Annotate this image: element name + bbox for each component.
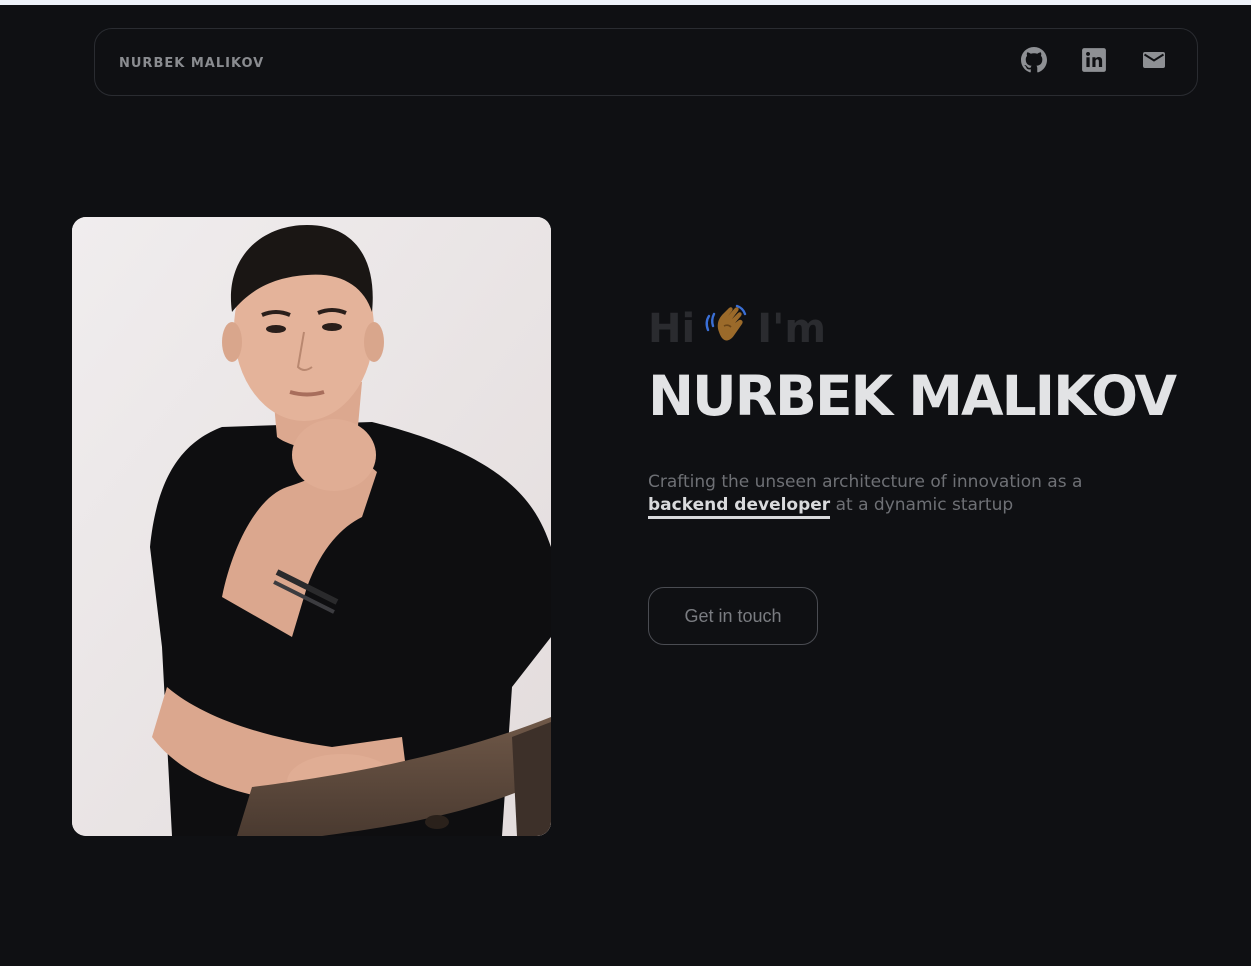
- linkedin-icon[interactable]: [1081, 47, 1107, 73]
- hero-tagline: Crafting the unseen architecture of inno…: [648, 471, 1108, 519]
- github-icon[interactable]: [1021, 47, 1047, 73]
- greeting-im: I'm: [757, 306, 826, 352]
- mail-icon[interactable]: [1141, 47, 1167, 73]
- get-in-touch-button[interactable]: Get in touch: [648, 587, 818, 645]
- portrait-photo: [72, 217, 551, 836]
- tagline-role-highlight: backend developer: [648, 495, 831, 519]
- hero-name: NURBEK MALIKOV: [648, 364, 1177, 428]
- tagline-text-after: at a dynamic startup: [835, 495, 1014, 515]
- browser-top-strip: [0, 0, 1251, 5]
- navbar: NURBEK MALIKOV: [94, 28, 1198, 96]
- tagline-text-before: Crafting the unseen architecture of inno…: [648, 472, 1083, 492]
- greeting-hi: Hi: [648, 306, 696, 352]
- wave-icon: [703, 302, 751, 356]
- greeting-heading: Hi I'm: [648, 302, 826, 356]
- brand-logo-link[interactable]: NURBEK MALIKOV: [119, 56, 264, 71]
